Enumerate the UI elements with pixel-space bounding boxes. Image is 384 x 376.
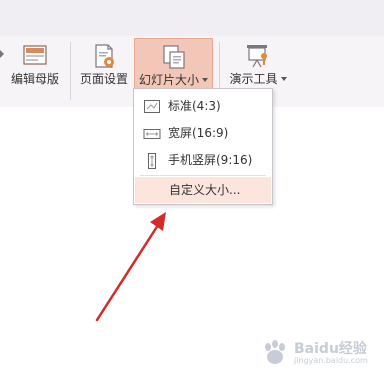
menu-item-label: 手机竖屏(9:16) <box>168 153 253 167</box>
menu-item-phone-portrait[interactable]: 手机竖屏(9:16) <box>135 147 271 173</box>
standard-ratio-icon <box>143 98 161 114</box>
menu-divider <box>140 175 266 176</box>
chevron-down-icon <box>202 77 208 82</box>
phone-portrait-ratio-icon <box>143 152 161 169</box>
watermark-text: Baidu经验 <box>294 341 367 357</box>
page-setup-button[interactable]: 页面设置 <box>76 38 132 100</box>
ribbon-scroll-left-icon[interactable] <box>0 50 4 58</box>
edit-master-button[interactable]: 编辑母版 <box>6 38 64 100</box>
widescreen-ratio-icon <box>143 125 161 141</box>
edit-master-label: 编辑母版 <box>10 72 59 86</box>
menu-item-label: 自定义大小... <box>169 183 241 197</box>
watermark-url: jingyan.baidu.com <box>294 356 368 365</box>
menu-item-label: 标准(4:3) <box>168 99 221 113</box>
slide-size-icon <box>160 43 188 71</box>
menu-item-label: 宽屏(16:9) <box>168 126 229 140</box>
baidu-watermark: Baidu经验 jingyan.baidu.com <box>260 334 376 372</box>
slide-master-icon <box>21 42 49 70</box>
ribbon-divider <box>70 42 71 100</box>
slide-size-label: 幻灯片大小 <box>135 72 212 88</box>
chevron-down-icon <box>280 76 287 81</box>
slide-size-dropdown: 标准(4:3) 宽屏(16:9) 手机竖屏(9:16) 自定义大小... <box>133 88 273 205</box>
paw-logo-icon <box>265 340 285 364</box>
menu-item-standard[interactable]: 标准(4:3) <box>135 93 271 119</box>
menu-item-widescreen[interactable]: 宽屏(16:9) <box>135 120 271 146</box>
presentation-tools-label: 演示工具 <box>224 71 292 87</box>
presentation-tools-icon <box>244 42 272 70</box>
menu-item-custom-size[interactable]: 自定义大小... <box>135 177 271 203</box>
page-setup-label: 页面设置 <box>79 72 128 86</box>
title-strip <box>0 0 384 37</box>
page-setup-icon <box>90 42 118 70</box>
